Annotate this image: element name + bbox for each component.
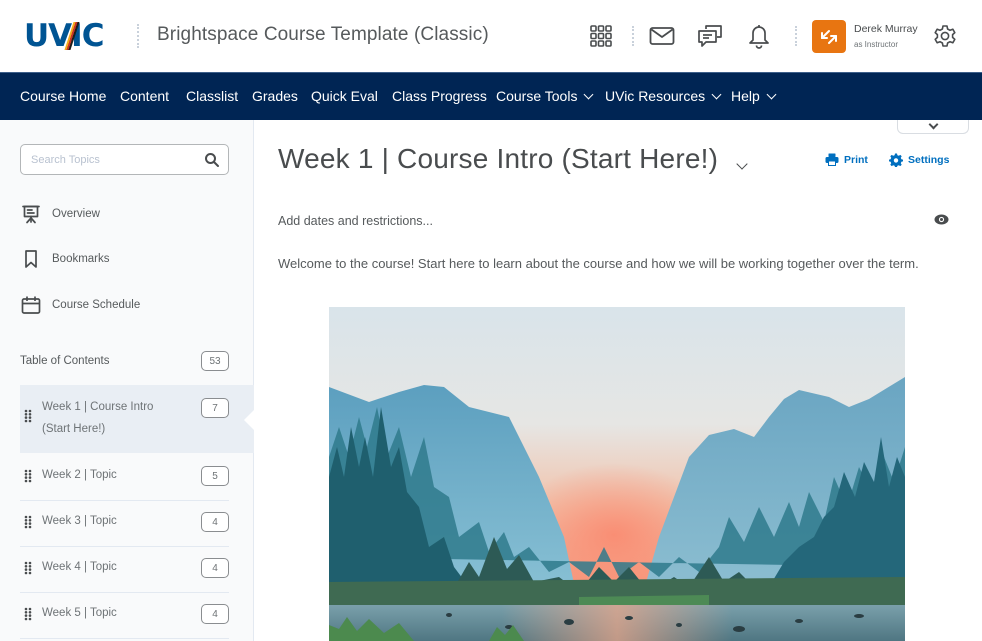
- module-divider: [20, 546, 229, 547]
- collapse-toggle[interactable]: [897, 119, 969, 134]
- user-name[interactable]: Derek Murray: [854, 23, 918, 35]
- chevron-down-icon: [928, 119, 938, 130]
- nav-label: Help: [731, 88, 760, 104]
- course-title[interactable]: Brightspace Course Template (Classic): [157, 24, 489, 46]
- module-week-4[interactable]: Week 4 | Topic 4: [20, 549, 229, 589]
- nav-label: Course Home: [20, 88, 107, 104]
- chat-icon[interactable]: [696, 22, 724, 50]
- mountain-valley-sunrise-photo: [329, 307, 905, 641]
- sidebar-link-bookmarks[interactable]: Bookmarks: [20, 247, 110, 271]
- nav-label: Content: [120, 88, 170, 104]
- module-week-1[interactable]: Week 1 | Course Intro (Start Here!) 7: [20, 385, 254, 453]
- nav-quick-eval[interactable]: Quick Eval: [311, 88, 378, 104]
- page-title: Week 1 | Course Intro (Start Here!): [278, 143, 719, 174]
- module-week-5[interactable]: Week 5 | Topic 4: [20, 595, 229, 635]
- module-count-badge: 5: [201, 466, 229, 486]
- bell-icon[interactable]: [745, 22, 773, 50]
- table-of-contents[interactable]: Table of Contents 53: [20, 350, 229, 372]
- module-count-badge: 4: [201, 558, 229, 578]
- top-header: UVIC Brightspace Course Template (Classi…: [0, 0, 982, 72]
- impersonate-arrows-icon: [821, 29, 837, 44]
- sidebar-link-label: Overview: [52, 208, 100, 220]
- drag-handle-icon[interactable]: [24, 469, 32, 483]
- nav-label: Grades: [252, 88, 298, 104]
- active-indicator: [244, 410, 254, 430]
- print-label: Print: [844, 153, 868, 166]
- settings-label: Settings: [908, 154, 950, 166]
- module-title: Week 4 | Topic: [42, 561, 117, 573]
- nav-class-progress[interactable]: Class Progress: [392, 88, 487, 104]
- print-button[interactable]: Print: [825, 153, 868, 166]
- chevron-down-icon: [711, 89, 722, 99]
- toc-count-badge: 53: [201, 351, 229, 371]
- header-divider: [795, 26, 797, 46]
- drag-handle-icon[interactable]: [24, 607, 32, 621]
- settings-button[interactable]: Settings: [889, 153, 949, 167]
- nav-course-home[interactable]: Course Home: [20, 88, 106, 104]
- nav-label: Course Tools: [496, 88, 578, 104]
- logo-text: UVIC: [24, 17, 104, 54]
- sidebar-link-course-schedule[interactable]: Course Schedule: [20, 293, 140, 317]
- module-divider: [20, 592, 229, 593]
- waffle-icon[interactable]: [587, 22, 615, 50]
- search-topics-input[interactable]: [31, 151, 191, 169]
- uvic-logo[interactable]: UVIC: [24, 17, 104, 54]
- module-title: Week 3 | Topic: [42, 515, 117, 527]
- sidebar-link-label: Course Schedule: [52, 299, 141, 311]
- nav-content[interactable]: Content: [120, 88, 169, 104]
- module-title: Week 2 | Topic: [42, 469, 117, 481]
- drag-handle-icon[interactable]: [24, 409, 32, 423]
- nav-label: Class Progress: [392, 88, 487, 104]
- nav-label: Classlist: [186, 88, 239, 104]
- toc-label: Table of Contents: [20, 355, 110, 367]
- nav-grades[interactable]: Grades: [252, 88, 298, 104]
- welcome-text: Welcome to the course! Start here to lea…: [278, 256, 919, 271]
- title-menu-chevron-icon[interactable]: [736, 158, 748, 170]
- presentation-icon: [20, 203, 42, 225]
- sidebar-link-overview[interactable]: Overview: [20, 202, 100, 226]
- mail-icon[interactable]: [648, 22, 676, 50]
- sidebar-link-label: Bookmarks: [52, 253, 110, 265]
- drag-handle-icon[interactable]: [24, 515, 32, 529]
- nav-help[interactable]: Help: [731, 88, 777, 104]
- nav-uvic-resources[interactable]: UVic Resources: [605, 88, 722, 104]
- visibility-eye-icon[interactable]: [934, 214, 949, 225]
- nav-label: Quick Eval: [311, 88, 378, 104]
- drag-handle-icon[interactable]: [24, 561, 32, 575]
- chevron-down-icon: [766, 89, 777, 99]
- chevron-down-icon: [584, 89, 594, 99]
- user-avatar[interactable]: [812, 20, 846, 53]
- module-divider: [20, 638, 229, 639]
- module-count-badge: 4: [201, 512, 229, 532]
- search-icon[interactable]: [204, 152, 220, 168]
- header-divider: [137, 24, 139, 48]
- module-count-badge: 7: [201, 398, 229, 418]
- settings-gear-icon: [889, 153, 903, 167]
- calendar-icon: [20, 294, 42, 316]
- search-topics-field: [20, 144, 229, 175]
- module-week-2[interactable]: Week 2 | Topic 5: [20, 457, 229, 497]
- nav-classlist[interactable]: Classlist: [186, 88, 238, 104]
- course-navbar: Course Home Content Classlist Grades Qui…: [0, 72, 982, 120]
- user-role: as Instructor: [854, 40, 899, 49]
- bookmark-icon: [20, 248, 42, 270]
- printer-icon: [825, 153, 839, 166]
- module-title: Week 5 | Topic: [42, 607, 117, 619]
- gear-icon[interactable]: [931, 22, 959, 50]
- module-title: Week 1 | Course Intro: [42, 401, 154, 413]
- nav-course-tools[interactable]: Course Tools: [496, 88, 594, 104]
- content-sidebar: Overview Bookmarks Course Schedule Table…: [0, 120, 254, 641]
- add-dates-restrictions-link[interactable]: Add dates and restrictions...: [278, 214, 433, 228]
- module-divider: [20, 500, 229, 501]
- module-title-line2: (Start Here!): [42, 423, 106, 435]
- module-count-badge: 4: [201, 604, 229, 624]
- module-week-3[interactable]: Week 3 | Topic 4: [20, 503, 229, 543]
- nav-label: UVic Resources: [605, 88, 706, 104]
- header-divider: [632, 26, 634, 46]
